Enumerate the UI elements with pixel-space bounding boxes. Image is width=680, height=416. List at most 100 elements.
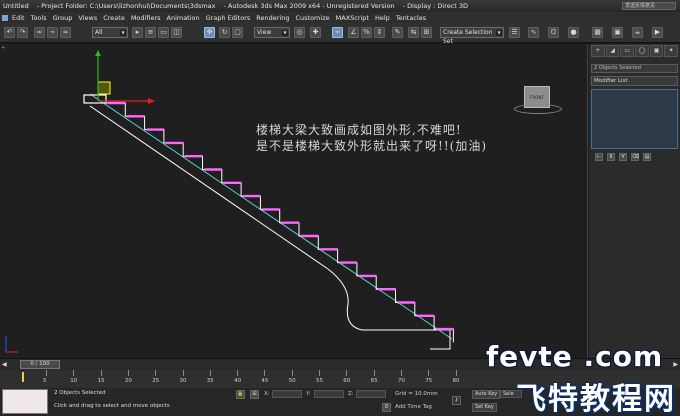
spinner-snap-icon[interactable]: ⇕: [374, 27, 385, 38]
app-menu-icon[interactable]: [2, 14, 8, 21]
menu-rendering[interactable]: Rendering: [256, 14, 289, 22]
menu-edit[interactable]: Edit: [12, 14, 25, 22]
z-coordinate-label: Z:: [348, 391, 354, 397]
auto-key-button[interactable]: Auto Key: [472, 390, 501, 399]
menu-bar: Edit Tools Group Views Create Modifiers …: [0, 12, 680, 23]
align-icon[interactable]: ⊞: [421, 27, 432, 38]
menu-tentacles[interactable]: Tentacles: [396, 14, 426, 22]
menu-modifiers[interactable]: Modifiers: [131, 14, 161, 22]
tab-motion[interactable]: ◯: [635, 45, 649, 57]
prompt-line: Click and drag to select and move object…: [54, 403, 170, 409]
viewport-canvas[interactable]: [0, 44, 588, 358]
gizmo-x-arrow[interactable]: [148, 98, 155, 104]
curve-editor-icon[interactable]: ∿: [528, 27, 539, 38]
reference-coordinate-select[interactable]: View ▼: [254, 27, 290, 38]
modifier-stack[interactable]: [591, 89, 678, 149]
remove-modifier-icon[interactable]: ⌫: [631, 153, 639, 161]
viewcube[interactable]: FRONT: [512, 82, 564, 118]
edit-named-selection-icon[interactable]: ✎: [392, 27, 403, 38]
front-viewport[interactable]: + 楼梯大梁大致画成如图外形,不难吧! 是不是楼梯大致外形就出来了呀!!(加油)…: [0, 44, 588, 358]
tab-modify[interactable]: ◢: [605, 45, 620, 57]
link-icon[interactable]: ∞: [34, 27, 45, 38]
menu-customize[interactable]: Customize: [295, 14, 329, 22]
show-end-result-icon[interactable]: Ⅱ: [607, 153, 615, 161]
top-landing: [83, 94, 107, 104]
ruler-tick: [455, 370, 457, 376]
feedback-search-input[interactable]: 发送反馈意见: [622, 2, 676, 10]
redo-icon[interactable]: ↷: [17, 27, 28, 38]
time-slider[interactable]: 0 / 100: [20, 360, 60, 369]
menu-animation[interactable]: Animation: [167, 14, 200, 22]
absolute-mode-icon[interactable]: ⊞: [250, 390, 259, 399]
undo-icon[interactable]: ↶: [4, 27, 15, 38]
render-setup-icon[interactable]: ▦: [592, 27, 603, 38]
rendered-frame-icon[interactable]: ▣: [612, 27, 623, 38]
selection-status: 2 Objects Selected: [54, 390, 106, 396]
y-coordinate-field[interactable]: [314, 390, 344, 398]
time-tag-icon[interactable]: ⏱: [382, 403, 391, 412]
tab-display[interactable]: ▣: [649, 45, 664, 57]
modifier-list-dropdown[interactable]: Modifier List: [591, 76, 678, 86]
render-production-icon[interactable]: ▶: [652, 27, 663, 38]
chevron-right-icon[interactable]: ▶: [673, 361, 678, 368]
annotation-line-2: 是不是楼梯大致外形就出来了呀!!(加油): [256, 139, 488, 153]
selection-filter-select[interactable]: All ▼: [92, 27, 128, 38]
annotation-line-1: 楼梯大梁大致画成如图外形,不难吧!: [256, 123, 462, 137]
select-by-name-icon[interactable]: ≡: [145, 27, 156, 38]
current-frame-marker[interactable]: [22, 372, 24, 382]
ruler-tick: [237, 370, 239, 376]
gizmo-y-arrow[interactable]: [95, 50, 101, 56]
snaps-toggle-icon[interactable]: ⌖: [332, 27, 343, 38]
ruler-tick: [373, 370, 375, 376]
gizmo-plane-box[interactable]: [97, 81, 111, 95]
make-unique-icon[interactable]: ∀: [619, 153, 627, 161]
menu-create[interactable]: Create: [103, 14, 125, 22]
reference-coordinate-value: View: [257, 29, 272, 36]
tab-hierarchy[interactable]: ▭: [620, 45, 635, 57]
percent-snap-icon[interactable]: %: [361, 27, 372, 38]
tab-create[interactable]: +: [591, 45, 605, 57]
schematic-view-icon[interactable]: ⌬: [548, 27, 559, 38]
select-and-rotate-icon[interactable]: ↻: [219, 27, 230, 38]
quick-render-icon[interactable]: ☕: [632, 27, 643, 38]
rectangular-selection-icon[interactable]: ▭: [158, 27, 169, 38]
object-name-field[interactable]: 2 Objects Selected: [591, 64, 678, 73]
tab-utilities[interactable]: ✦: [664, 45, 679, 57]
menu-tools[interactable]: Tools: [31, 14, 47, 22]
material-editor-icon[interactable]: ●: [568, 27, 579, 38]
unlink-icon[interactable]: ⌁: [47, 27, 58, 38]
key-icon[interactable]: ⚷: [452, 396, 461, 405]
mirror-icon[interactable]: ⇆: [408, 27, 419, 38]
chevron-down-icon: ▼: [282, 30, 288, 36]
maxscript-listener-mini[interactable]: [2, 389, 48, 414]
menu-group[interactable]: Group: [53, 14, 73, 22]
pin-stack-icon[interactable]: ⊢: [595, 153, 603, 161]
set-key-button[interactable]: Set Key: [472, 403, 497, 412]
pivot-center-icon[interactable]: ◎: [294, 27, 305, 38]
angle-snap-icon[interactable]: ∠: [348, 27, 359, 38]
select-and-move-icon[interactable]: ✥: [204, 27, 215, 38]
menu-maxscript[interactable]: MAXScript: [336, 14, 369, 22]
menu-graph-editors[interactable]: Graph Editors: [206, 14, 251, 22]
configure-modifier-sets-icon[interactable]: ▤: [643, 153, 651, 161]
select-and-scale-icon[interactable]: ▢: [232, 27, 243, 38]
add-time-tag[interactable]: Add Time Tag: [395, 404, 432, 410]
watermark-domain: fevte .com: [486, 340, 664, 373]
z-coordinate-field[interactable]: [356, 390, 386, 398]
modifier-stack-toolbar: ⊢ Ⅱ ∀ ⌫ ▤: [591, 153, 678, 163]
lock-selection-icon[interactable]: 🔒: [236, 390, 245, 399]
menu-help[interactable]: Help: [375, 14, 390, 22]
bind-space-warp-icon[interactable]: ≈: [60, 27, 71, 38]
select-object-icon[interactable]: ▸: [132, 27, 143, 38]
ruler-tick: [291, 370, 293, 376]
select-manipulate-icon[interactable]: ✚: [310, 27, 321, 38]
x-coordinate-field[interactable]: [272, 390, 302, 398]
chevron-left-icon[interactable]: ◀: [2, 361, 7, 368]
named-selection-set-select[interactable]: Create Selection Set ▼: [440, 27, 504, 45]
named-selection-set-placeholder: Create Selection Set: [443, 29, 493, 45]
viewcube-compass-ring[interactable]: [514, 104, 562, 114]
command-panel: + ◢ ▭ ◯ ▣ ✦ 2 Objects Selected Modifier …: [589, 44, 680, 358]
window-crossing-icon[interactable]: ◫: [171, 27, 182, 38]
menu-views[interactable]: Views: [78, 14, 97, 22]
layer-manager-icon[interactable]: ☰: [509, 27, 520, 38]
